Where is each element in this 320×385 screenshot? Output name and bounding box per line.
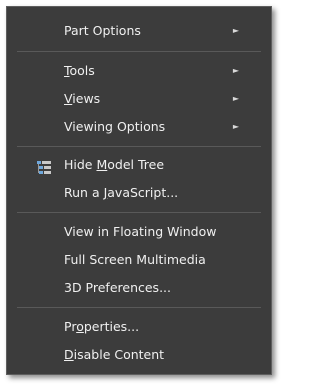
menu-item-disable-content[interactable]: Disable Content [7,342,271,368]
menu-item-part-options[interactable]: Part Options ► [7,18,271,44]
submenu-arrow-icon: ► [232,26,239,35]
menu-item-label: View in Floating Window [64,224,217,239]
menu-item-label: Disable Content [64,347,165,362]
menu-item-full-screen-multimedia[interactable]: Full Screen Multimedia [7,247,271,273]
model-tree-icon [37,158,51,174]
menu-item-tools[interactable]: Tools ► [7,58,271,84]
menu-item-viewing-options[interactable]: Viewing Options ► [7,114,271,140]
menu-separator [17,146,261,147]
menu-item-properties[interactable]: Properties... [7,314,271,340]
menu-item-views[interactable]: Views ► [7,86,271,112]
menu-item-3d-preferences[interactable]: 3D Preferences... [7,275,271,301]
menu-item-label: Properties... [64,319,140,334]
menu-item-label: Hide Model Tree [64,157,165,172]
menu-item-label: Viewing Options [64,119,166,134]
menu-item-label: Tools [64,63,95,78]
menu-separator [17,212,261,213]
menu-item-hide-model-tree[interactable]: Hide Model Tree [7,152,271,178]
menu-item-view-in-floating-window[interactable]: View in Floating Window [7,219,271,245]
submenu-arrow-icon: ► [232,94,239,103]
menu-item-label: Run a JavaScript... [64,185,179,200]
submenu-arrow-icon: ► [232,122,239,131]
submenu-arrow-icon: ► [232,66,239,75]
menu-separator [17,307,261,308]
menu-item-label: 3D Preferences... [64,280,171,295]
menu-item-label: Full Screen Multimedia [64,252,206,267]
menu-item-label: Views [64,91,101,106]
menu-item-label: Part Options [64,23,141,38]
context-menu: Part Options ► Tools ► Views ► Viewing O… [6,6,272,375]
menu-separator [17,51,261,52]
menu-item-run-javascript[interactable]: Run a JavaScript... [7,180,271,206]
